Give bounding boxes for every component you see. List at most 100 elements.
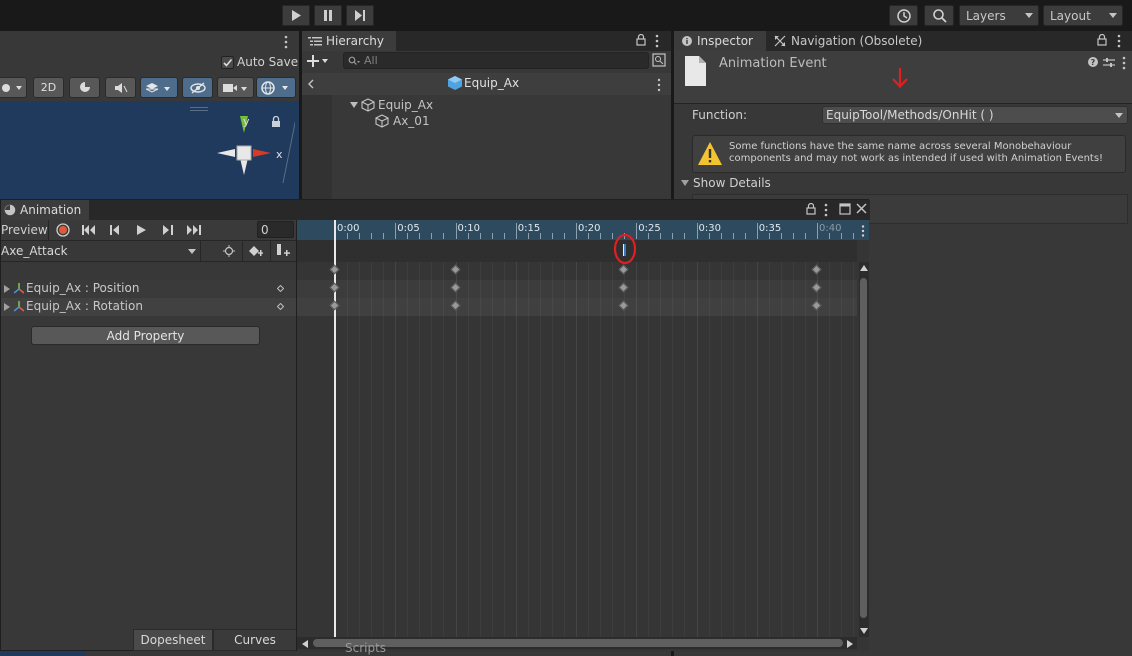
record-icon[interactable]	[56, 223, 70, 237]
history-button[interactable]	[889, 5, 918, 26]
expand-triangle-icon[interactable]	[4, 285, 10, 293]
svg-text:?: ?	[1091, 58, 1096, 67]
add-event-icon[interactable]	[277, 244, 291, 258]
filter-selection-icon[interactable]	[223, 245, 235, 257]
divider	[242, 241, 243, 261]
ruler-minor-tick	[672, 233, 674, 239]
tab-navigation[interactable]: Navigation (Obsolete)	[774, 31, 922, 51]
scene-toolbar: 2D	[0, 76, 299, 100]
frame-input[interactable]: 0	[257, 221, 294, 238]
show-details-foldout[interactable]: Show Details	[680, 176, 771, 190]
scroll-down-icon[interactable]	[860, 628, 868, 634]
create-button[interactable]	[307, 53, 332, 69]
help-icon[interactable]: ?	[1088, 57, 1098, 67]
step-button[interactable]	[346, 5, 374, 26]
chevron-left-icon[interactable]	[307, 79, 314, 89]
kebab-menu-icon[interactable]	[283, 35, 289, 49]
scene-name: Equip_Ax	[464, 76, 520, 90]
ruler-minor-tick	[648, 233, 650, 239]
scrollbar-thumb[interactable]	[860, 278, 867, 618]
play-icon[interactable]	[137, 225, 146, 235]
previous-key-icon[interactable]	[110, 225, 120, 235]
add-property-button[interactable]: Add Property	[31, 326, 260, 345]
gizmos-button[interactable]	[256, 77, 296, 98]
ruler-minor-tick	[684, 233, 686, 239]
scroll-up-icon[interactable]	[860, 265, 868, 271]
ruler-label: 0:20	[578, 223, 601, 234]
scrollbar-thumb[interactable]	[313, 639, 843, 647]
ruler-minor-tick	[841, 233, 843, 239]
main-toolbar: Layers Layout	[0, 0, 1132, 31]
kebab-menu-icon[interactable]	[656, 78, 662, 92]
layers-label: Layers	[966, 8, 1006, 23]
function-label: Function:	[692, 108, 748, 122]
vertical-scrollbar[interactable]	[859, 262, 869, 637]
grid-line	[720, 262, 722, 637]
hierarchy-item[interactable]: Equip_Ax	[350, 97, 433, 113]
scroll-left-icon[interactable]	[302, 640, 308, 648]
function-value: EquipTool/Methods/OnHit ( )	[826, 108, 994, 122]
layers-dropdown[interactable]: Layers	[959, 5, 1039, 26]
layout-dropdown[interactable]: Layout	[1043, 5, 1123, 26]
kebab-menu-icon[interactable]	[823, 203, 829, 217]
grid-line	[817, 262, 818, 637]
first-key-icon[interactable]	[82, 225, 96, 235]
events-row[interactable]	[297, 240, 857, 262]
lock-icon[interactable]	[1097, 34, 1107, 46]
visibility-toggle[interactable]	[182, 77, 213, 98]
scene-viewport[interactable]: y x	[0, 101, 299, 201]
keyframe-grid[interactable]	[297, 262, 857, 647]
grid-line	[841, 262, 843, 637]
tab-curves[interactable]: Curves	[213, 629, 297, 651]
lighting-toggle[interactable]	[69, 77, 100, 98]
expand-triangle-icon[interactable]	[4, 303, 10, 311]
property-row[interactable]: Equip_Ax : Rotation	[1, 298, 297, 316]
lock-icon[interactable]	[806, 203, 816, 215]
grid-line	[443, 262, 445, 637]
preview-toggle[interactable]: Preview	[1, 220, 48, 240]
2d-toggle[interactable]: 2D	[33, 77, 64, 98]
scroll-right-icon[interactable]	[847, 640, 853, 648]
filter-icon[interactable]	[652, 53, 666, 67]
tab-animation[interactable]: Animation	[1, 200, 89, 220]
checkmark-icon	[223, 58, 233, 67]
property-label: Equip_Ax : Position	[26, 281, 140, 295]
kebab-menu-icon[interactable]	[1121, 56, 1127, 70]
tab-hierarchy[interactable]: Hierarchy	[302, 31, 396, 51]
time-ruler[interactable]: 0:00 0:05 0:10 0:15 0:20 0:25 0:30 0:35 0:40	[297, 220, 869, 240]
annotation-arrow-icon	[892, 68, 908, 89]
maximize-icon[interactable]	[839, 203, 851, 215]
kebab-menu-icon[interactable]	[654, 34, 660, 48]
property-row[interactable]: Equip_Ax : Position	[1, 280, 297, 298]
function-dropdown[interactable]: EquipTool/Methods/OnHit ( )	[822, 106, 1128, 124]
kebab-menu-icon[interactable]	[1116, 34, 1122, 48]
lock-icon[interactable]	[636, 34, 646, 46]
keyframe-diamond-icon[interactable]	[277, 303, 284, 310]
camera-button[interactable]	[217, 77, 254, 98]
hierarchy-search-input[interactable]: All	[343, 52, 649, 69]
kebab-menu-icon[interactable]	[860, 225, 866, 237]
tab-inspector[interactable]: Inspector	[674, 31, 766, 51]
hierarchy-item[interactable]: Ax_01	[375, 113, 430, 129]
divider	[270, 241, 271, 261]
pause-button[interactable]	[314, 5, 342, 26]
expand-triangle-icon[interactable]	[350, 101, 358, 109]
auto-save-checkbox[interactable]	[221, 56, 234, 69]
clip-dropdown[interactable]: Axe_Attack	[1, 242, 199, 260]
add-keyframe-icon[interactable]	[249, 246, 263, 258]
play-button[interactable]	[282, 5, 310, 26]
tab-dopesheet[interactable]: Dopesheet	[133, 629, 213, 651]
keyframe-diamond-icon[interactable]	[277, 285, 284, 292]
shading-mode-button[interactable]	[0, 77, 27, 98]
dopesheet-area[interactable]: 0:00 0:05 0:10 0:15 0:20 0:25 0:30 0:35 0:40	[297, 220, 869, 651]
last-key-icon[interactable]	[187, 225, 201, 235]
document-icon	[685, 56, 706, 86]
grid-line	[744, 262, 746, 637]
preset-icon[interactable]	[1103, 57, 1115, 68]
search-button[interactable]	[924, 5, 954, 26]
ruler-minor-tick	[660, 233, 662, 239]
close-icon[interactable]	[856, 203, 867, 214]
audio-toggle[interactable]	[105, 77, 136, 98]
effects-toggle[interactable]	[140, 77, 178, 98]
next-key-icon[interactable]	[163, 225, 173, 235]
